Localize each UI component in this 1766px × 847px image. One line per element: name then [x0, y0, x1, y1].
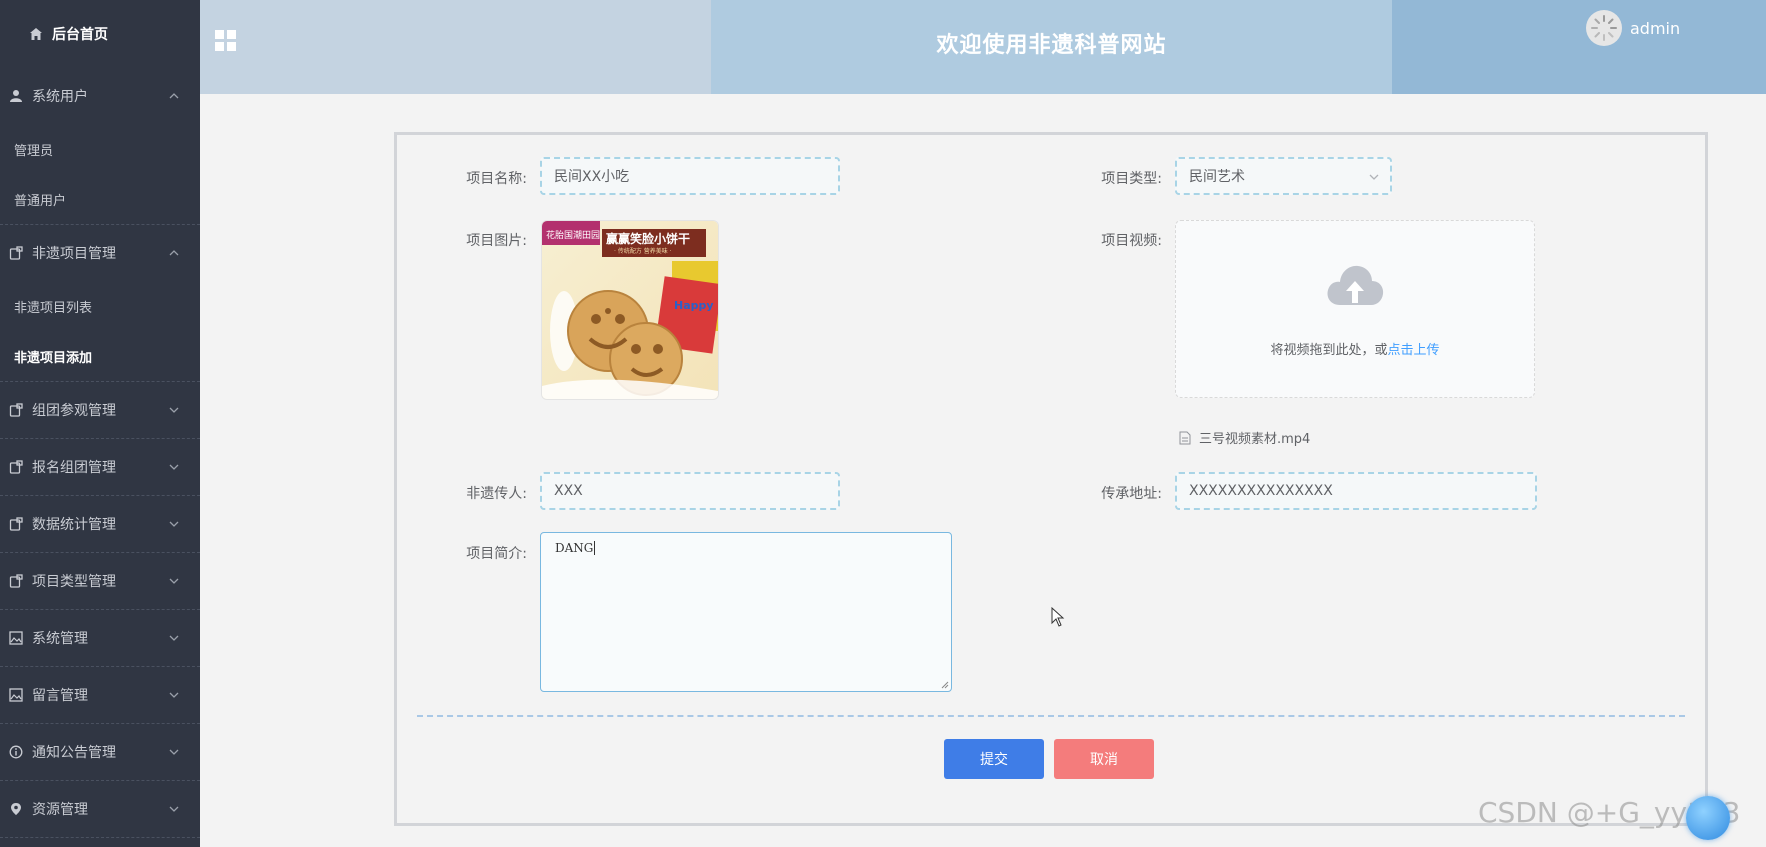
project-image-thumbnail[interactable]: 花胎国潮田园 赢赢笑脸小饼干 · 传统配方 营养美味 · Happy Moo [541, 220, 719, 400]
video-label: 项目视频: [1101, 233, 1162, 249]
cancel-button[interactable]: 取消 [1054, 739, 1154, 779]
svg-text:赢赢笑脸小饼干: 赢赢笑脸小饼干 [606, 231, 690, 246]
sidebar-group-9[interactable]: 资源管理 [0, 781, 200, 838]
sidebar-group-label: 系统管理 [32, 631, 88, 647]
inheritor-input[interactable]: XXX [540, 472, 840, 510]
cloud-upload-icon [1327, 265, 1384, 305]
sidebar-group-0[interactable]: 系统用户 [0, 68, 200, 124]
mouse-cursor-icon [1051, 607, 1065, 627]
intro-value: DANG [555, 541, 594, 555]
video-upload-dropzone[interactable]: 将视频拖到此处，或点击上传 [1175, 220, 1535, 398]
project-form: 项目名称: 民间XX小吃 项目类型: 民间艺术 项目图片: 花胎国潮田园 赢赢笑… [394, 132, 1708, 826]
inheritor-value: XXX [554, 483, 583, 499]
chevron-up-icon [168, 247, 180, 263]
home-icon [30, 28, 42, 40]
sidebar-home[interactable]: 后台首页 [0, 0, 200, 68]
username[interactable]: admin [1630, 19, 1680, 38]
folder-icon [8, 459, 24, 475]
sidebar-group-4[interactable]: 数据统计管理 [0, 496, 200, 553]
sidebar-group-5[interactable]: 项目类型管理 [0, 553, 200, 610]
click-upload-link[interactable]: 点击上传 [1388, 343, 1440, 358]
chevron-down-icon [168, 518, 180, 534]
chevron-down-icon [168, 803, 180, 819]
resize-grip-icon[interactable] [941, 681, 949, 689]
top-header: 欢迎使用非遗科普网站 admin [200, 0, 1766, 94]
uploaded-file-item[interactable]: 三号视频素材.mp4 [1179, 428, 1310, 447]
folder-icon [8, 516, 24, 532]
chevron-down-icon [168, 632, 180, 648]
intro-textarea[interactable]: DANG [540, 532, 952, 692]
menu-grid-icon[interactable] [214, 29, 238, 53]
chevron-down-icon [1369, 174, 1379, 180]
upload-hint: 将视频拖到此处，或点击上传 [1270, 343, 1440, 358]
sidebar-group-label: 系统用户 [32, 89, 88, 105]
sidebar-group-7[interactable]: 留言管理 [0, 667, 200, 724]
sidebar: 后台首页 系统用户管理员 普通用户非遗项目管理非遗项目列表 非遗项目添加组团参观管理… [0, 0, 200, 847]
sidebar-group-label: 留言管理 [32, 688, 88, 704]
uploaded-file-name: 三号视频素材.mp4 [1199, 432, 1311, 447]
type-label: 项目类型: [1101, 171, 1162, 187]
folder-icon [8, 402, 24, 418]
project-name-value: 民间XX小吃 [554, 169, 630, 185]
sidebar-group-label: 数据统计管理 [32, 517, 116, 533]
sidebar-group-2[interactable]: 组团参观管理 [0, 382, 200, 439]
sidebar-group-8[interactable]: 通知公告管理 [0, 724, 200, 781]
image-label: 项目图片: [466, 233, 527, 249]
project-type-select[interactable]: 民间艺术 [1175, 157, 1392, 195]
sidebar-group-label: 非遗项目管理 [32, 246, 116, 262]
inheritor-label: 非遗传人: [466, 486, 527, 502]
chevron-down-icon [168, 404, 180, 420]
address-value: XXXXXXXXXXXXXXX [1189, 483, 1333, 499]
chevron-down-icon [168, 746, 180, 762]
chevron-down-icon [168, 689, 180, 705]
avatar[interactable] [1586, 10, 1622, 46]
chevron-down-icon [168, 575, 180, 591]
address-input[interactable]: XXXXXXXXXXXXXXX [1175, 472, 1537, 510]
location-icon [8, 801, 24, 817]
chevron-up-icon [168, 90, 180, 106]
sidebar-home-label: 后台首页 [52, 27, 108, 43]
image-icon [8, 630, 24, 646]
chevron-down-icon [168, 461, 180, 477]
sidebar-group-label: 项目类型管理 [32, 574, 116, 590]
loading-spinner-icon [1591, 15, 1617, 41]
folder-icon [8, 573, 24, 589]
submit-button[interactable]: 提交 [944, 739, 1044, 779]
project-type-value: 民间艺术 [1189, 169, 1245, 185]
sidebar-group-6[interactable]: 系统管理 [0, 610, 200, 667]
project-name-input[interactable]: 民间XX小吃 [540, 157, 840, 195]
form-divider [417, 715, 1685, 717]
svg-text:花胎国潮田园: 花胎国潮田园 [546, 229, 600, 241]
sidebar-item[interactable]: 非遗项目添加 [0, 331, 200, 381]
floating-assistant-button[interactable] [1686, 796, 1730, 840]
sidebar-item[interactable]: 管理员 [0, 124, 200, 174]
intro-label: 项目简介: [466, 546, 527, 562]
sidebar-item[interactable]: 普通用户 [0, 174, 200, 224]
document-icon [1179, 431, 1191, 444]
address-label: 传承地址: [1101, 486, 1162, 502]
sidebar-group-1[interactable]: 非遗项目管理 [0, 225, 200, 281]
image-icon [8, 687, 24, 703]
svg-text:· 传统配方 营养美味 ·: · 传统配方 营养美味 · [614, 247, 672, 255]
sidebar-group-label: 报名组团管理 [32, 460, 116, 476]
svg-text:Happy Moo: Happy Moo [674, 299, 718, 312]
folder-icon [8, 245, 24, 261]
user-icon [8, 88, 24, 104]
site-title: 欢迎使用非遗科普网站 [936, 33, 1167, 58]
cookie-product-image: 花胎国潮田园 赢赢笑脸小饼干 · 传统配方 营养美味 · Happy Moo [542, 221, 718, 399]
sidebar-group-3[interactable]: 报名组团管理 [0, 439, 200, 496]
sidebar-item[interactable]: 非遗项目列表 [0, 281, 200, 331]
user-menu[interactable]: admin [1586, 10, 1680, 46]
sidebar-group-label: 组团参观管理 [32, 403, 116, 419]
info-icon [8, 744, 24, 760]
name-label: 项目名称: [466, 171, 527, 187]
sidebar-group-label: 通知公告管理 [32, 745, 116, 761]
sidebar-group-label: 资源管理 [32, 802, 88, 818]
